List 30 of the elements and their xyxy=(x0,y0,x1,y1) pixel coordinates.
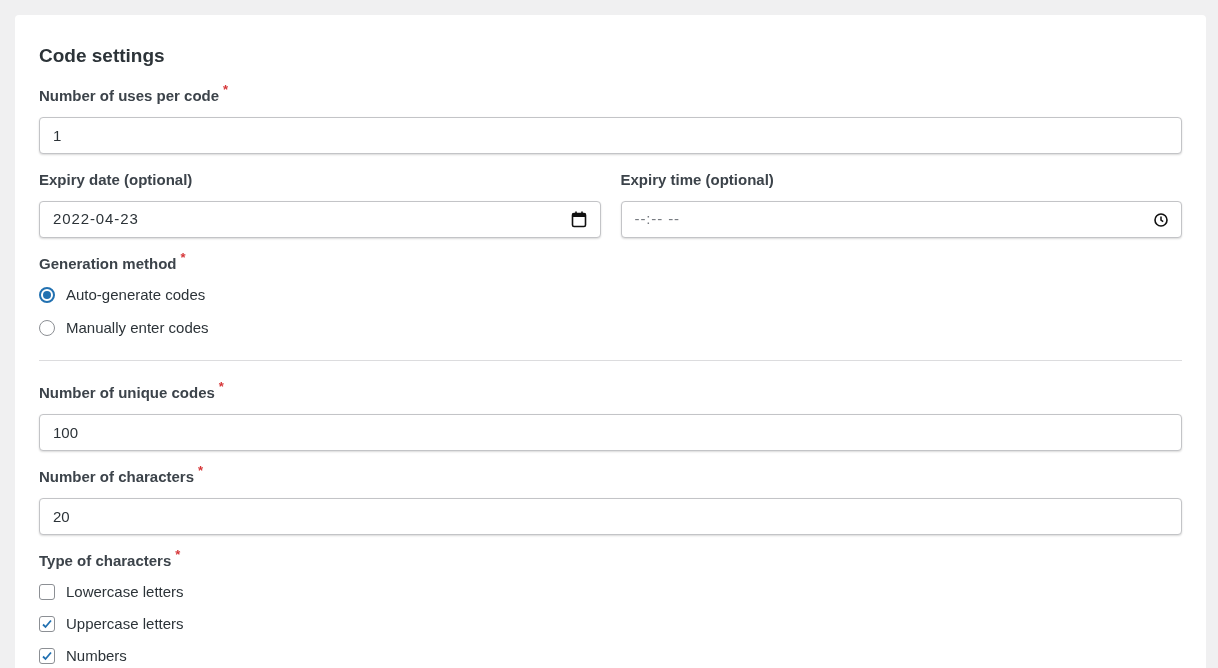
required-mark: * xyxy=(198,465,204,477)
required-mark: * xyxy=(218,381,224,393)
time-field[interactable]: --:-- -- xyxy=(620,201,1182,238)
field-label: Expiry date (optional) xyxy=(39,170,193,190)
checkbox[interactable] xyxy=(39,584,55,600)
checkbox[interactable] xyxy=(39,648,55,664)
checkbox-label[interactable]: Uppercase letters xyxy=(66,614,184,634)
clock-icon[interactable] xyxy=(1154,212,1168,227)
required-mark: * xyxy=(175,549,181,561)
section-title: Code settings xyxy=(39,44,166,68)
required-mark: * xyxy=(180,252,186,264)
checkbox[interactable] xyxy=(39,616,55,632)
field-label: Number of unique codes xyxy=(39,383,215,403)
radio-button[interactable] xyxy=(39,287,55,303)
field-label: Generation method xyxy=(39,254,177,274)
field-label: Expiry time (optional) xyxy=(620,170,774,190)
radio-label[interactable]: Manually enter codes xyxy=(66,318,209,338)
radio-button[interactable] xyxy=(39,320,55,336)
date-field[interactable]: 2022-04-23 xyxy=(39,201,601,238)
checkbox-label[interactable]: Lowercase letters xyxy=(66,582,184,602)
input-field[interactable]: 100 xyxy=(39,414,1182,451)
required-mark: * xyxy=(223,84,229,96)
checkbox-label[interactable]: Numbers xyxy=(66,646,127,666)
calendar-icon[interactable] xyxy=(570,211,587,228)
field-label: Type of characters xyxy=(39,551,172,571)
field-label: Number of uses per code xyxy=(39,86,220,106)
input-field[interactable]: 1 xyxy=(39,117,1182,154)
field-label: Number of characters xyxy=(39,467,195,487)
input-field[interactable]: 20 xyxy=(39,498,1182,535)
radio-label[interactable]: Auto-generate codes xyxy=(66,285,206,305)
